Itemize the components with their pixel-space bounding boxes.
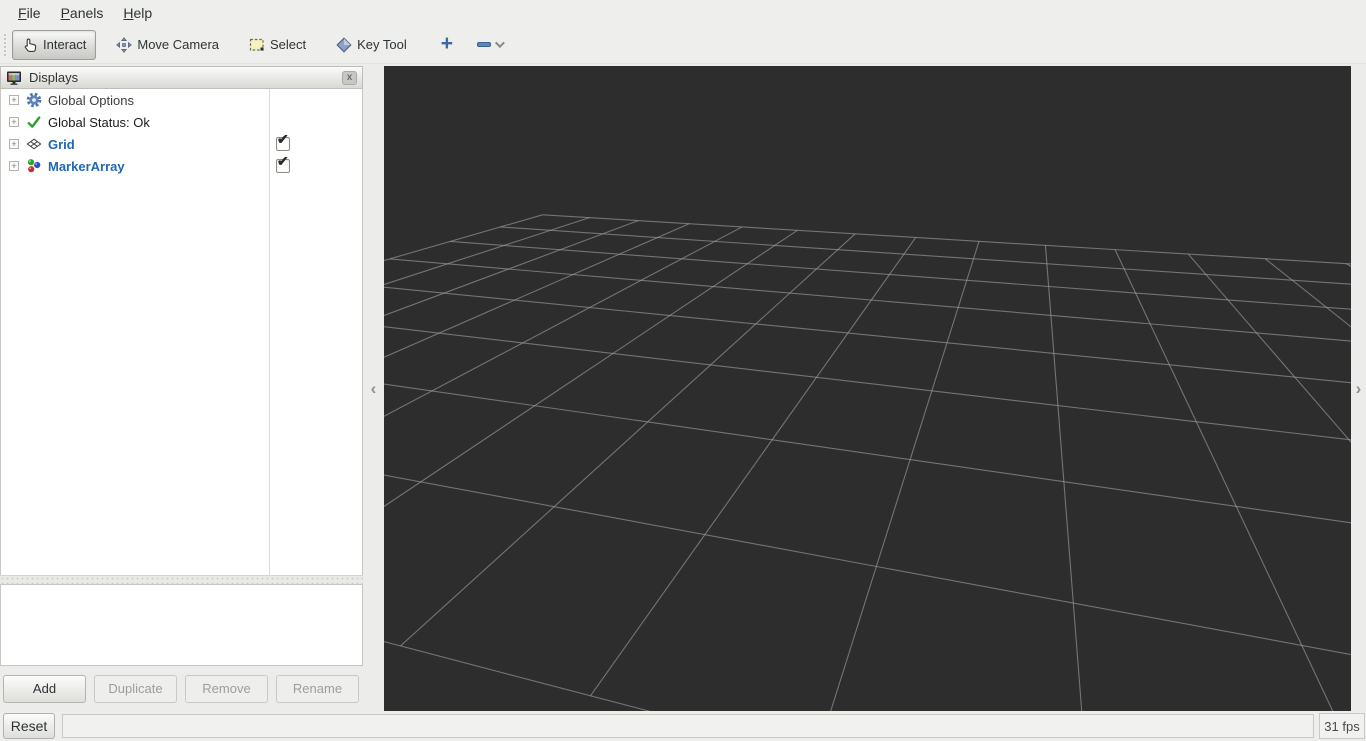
close-icon[interactable]: x xyxy=(342,70,357,85)
toolbar: Interact Move Camera Select Key Tool + xyxy=(0,26,1366,64)
gear-icon xyxy=(26,92,42,108)
select-tool-button[interactable]: Select xyxy=(239,30,316,60)
tree-row-grid[interactable]: + Grid ✔ xyxy=(1,131,362,155)
tree-label-markerarray: MarkerArray xyxy=(48,158,125,174)
grid-visibility-checkbox[interactable]: ✔ xyxy=(276,131,290,151)
displays-panel-titlebar[interactable]: Displays x xyxy=(0,66,363,89)
key-tool-button[interactable]: Key Tool xyxy=(326,30,417,60)
checkmark-icon: ✔ xyxy=(277,131,289,147)
fps-counter: 31 fps xyxy=(1319,713,1365,739)
grid-icon xyxy=(26,138,42,150)
status-bar: Reset 31 fps xyxy=(0,712,1366,741)
left-splitter[interactable]: ‹ xyxy=(363,66,384,711)
minus-icon xyxy=(477,42,492,47)
3d-viewport[interactable] xyxy=(384,66,1351,711)
move-arrows-icon xyxy=(116,36,133,53)
markerarray-visibility-checkbox[interactable]: ✔ xyxy=(276,153,290,173)
tree-label-grid: Grid xyxy=(48,136,75,152)
expand-icon[interactable]: + xyxy=(9,117,19,127)
expand-icon[interactable]: + xyxy=(9,95,19,105)
monitor-icon xyxy=(7,71,21,85)
remove-button[interactable]: Remove xyxy=(185,675,268,703)
selection-box-icon xyxy=(249,38,264,51)
interact-tool-button[interactable]: Interact xyxy=(12,29,97,60)
collapse-right-icon[interactable]: › xyxy=(1356,380,1362,397)
move-camera-tool-label: Move Camera xyxy=(137,37,219,52)
menu-file[interactable]: File xyxy=(8,2,51,24)
displays-tree: + Global Options + Global Status: Ok + G… xyxy=(0,89,363,575)
rename-button[interactable]: Rename xyxy=(276,675,359,703)
menu-help[interactable]: Help xyxy=(113,2,162,24)
remove-tool-button[interactable] xyxy=(477,38,505,49)
status-message-area xyxy=(62,714,1314,738)
markers-icon xyxy=(27,159,41,173)
add-button[interactable]: Add xyxy=(3,675,86,703)
checkmark-icon: ✔ xyxy=(277,153,289,169)
expand-icon[interactable]: + xyxy=(9,139,19,149)
add-tool-button[interactable]: + xyxy=(441,33,453,54)
key-diamond-icon xyxy=(336,36,352,53)
check-icon xyxy=(27,116,41,128)
select-tool-label: Select xyxy=(270,37,307,52)
right-splitter[interactable]: › xyxy=(1351,66,1366,711)
toolbar-drag-handle[interactable] xyxy=(3,31,8,58)
displays-panel: Displays x + Global Options + Global Sta… xyxy=(0,66,363,703)
collapse-left-icon[interactable]: ‹ xyxy=(371,380,377,397)
duplicate-button[interactable]: Duplicate xyxy=(94,675,177,703)
menu-panels[interactable]: Panels xyxy=(51,2,114,24)
panel-splitter-handle[interactable] xyxy=(0,575,363,584)
tree-row-markerarray[interactable]: + MarkerArray ✔ xyxy=(1,153,362,177)
ground-grid xyxy=(384,66,1351,711)
menu-bar: File Panels Help xyxy=(0,0,1366,26)
tree-row-global-status[interactable]: + Global Status: Ok xyxy=(1,111,362,133)
hand-pointer-icon xyxy=(24,38,37,52)
chevron-down-icon[interactable] xyxy=(495,38,505,49)
reset-button[interactable]: Reset xyxy=(3,713,55,739)
move-camera-tool-button[interactable]: Move Camera xyxy=(106,30,229,60)
displays-action-buttons: Add Duplicate Remove Rename xyxy=(3,675,363,703)
tree-row-global-options[interactable]: + Global Options xyxy=(1,89,362,111)
key-tool-label: Key Tool xyxy=(357,37,407,52)
tree-label-global-options: Global Options xyxy=(48,92,134,108)
displays-panel-title: Displays xyxy=(29,70,79,85)
expand-icon[interactable]: + xyxy=(9,161,19,171)
display-description-box xyxy=(0,584,363,666)
tree-label-global-status: Global Status: Ok xyxy=(48,114,150,130)
interact-tool-label: Interact xyxy=(43,37,87,52)
